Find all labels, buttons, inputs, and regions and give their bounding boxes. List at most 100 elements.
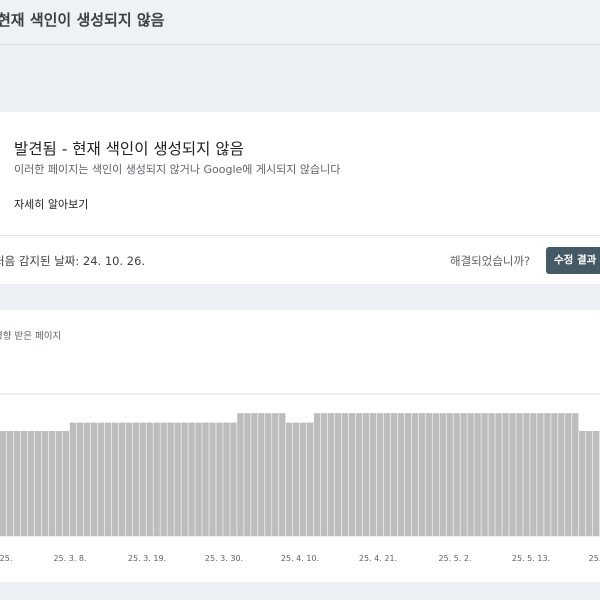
chart-bar bbox=[425, 413, 432, 536]
chart-bar bbox=[439, 413, 446, 536]
chart-bar bbox=[558, 413, 565, 536]
chart-bar bbox=[502, 413, 509, 536]
chart-bar bbox=[230, 422, 237, 536]
chart-bar bbox=[293, 422, 300, 536]
x-tick-label: 25. 3. 8. bbox=[53, 554, 86, 563]
chart-bar bbox=[20, 431, 28, 536]
x-tick-label: 25. 4. 10. bbox=[281, 554, 319, 563]
chart-bar bbox=[55, 431, 63, 536]
chart-bar bbox=[488, 413, 495, 536]
chart-bar bbox=[453, 413, 460, 536]
chart-bar bbox=[530, 413, 537, 536]
chart-bar bbox=[481, 413, 488, 536]
x-tick-label: 25. 3. 19. bbox=[128, 554, 166, 563]
chart-bar bbox=[320, 413, 328, 536]
affected-pages-chart: 25. 25. 3. 8. 25. 3. 19. 25. 3. 30. 25. 4. 1… bbox=[0, 393, 600, 563]
chart-bar bbox=[258, 413, 265, 536]
chart-bar bbox=[383, 413, 391, 536]
chart-bar bbox=[223, 422, 230, 536]
chart-bar bbox=[237, 413, 244, 536]
chart-bar bbox=[432, 413, 439, 536]
chart-bar bbox=[139, 422, 146, 536]
chart-bar bbox=[516, 413, 523, 536]
chart-bar bbox=[537, 413, 544, 536]
chart-bar bbox=[97, 422, 105, 536]
chart-bar bbox=[341, 413, 349, 536]
chart-bar bbox=[279, 413, 286, 536]
chart-bar bbox=[551, 413, 558, 536]
chart-bar bbox=[76, 422, 84, 536]
chart-bar bbox=[13, 431, 21, 536]
chart-bar bbox=[404, 413, 412, 536]
issue-card: 발견됨 - 현재 색인이 생성되지 않음 이러한 페이지는 색인이 생성되지 않… bbox=[0, 112, 600, 284]
x-tick-label: 25. 5. 13. bbox=[512, 554, 550, 563]
chart-bar bbox=[195, 422, 202, 536]
chart-bar bbox=[34, 431, 42, 536]
chart-bar bbox=[62, 431, 70, 536]
chart-bar bbox=[300, 422, 307, 536]
chart-bar bbox=[132, 422, 139, 536]
chart-bar bbox=[216, 422, 223, 536]
page-header: 현재 색인이 생성되지 않음 bbox=[0, 0, 600, 45]
chart-bar bbox=[355, 413, 363, 536]
page-title: 현재 색인이 생성되지 않음 bbox=[0, 11, 165, 29]
chart-bar bbox=[334, 413, 342, 536]
chart-bar bbox=[6, 431, 14, 536]
x-tick-label: 25. 5. 2. bbox=[438, 554, 471, 563]
chart-bar bbox=[104, 422, 112, 536]
chart-bar bbox=[188, 422, 195, 536]
chart-bar bbox=[411, 413, 419, 536]
chart-bar bbox=[41, 431, 49, 536]
first-detected-date: 처음 감지된 날짜: 24. 10. 26. bbox=[0, 254, 146, 268]
chart-bar bbox=[376, 413, 384, 536]
chart-bar bbox=[111, 422, 119, 536]
chart-bar bbox=[181, 422, 188, 536]
validate-fix-button[interactable]: 수정 결과 확인 bbox=[546, 247, 600, 274]
chart-bar bbox=[153, 422, 160, 536]
learn-more-link[interactable]: 자세히 알아보기 bbox=[14, 196, 88, 212]
x-tick-label: 25. bbox=[589, 554, 600, 563]
chart-bar bbox=[474, 413, 481, 536]
chart-bar bbox=[125, 422, 132, 536]
chart-bar bbox=[593, 431, 600, 536]
chart-bar bbox=[272, 413, 279, 536]
chart-bar bbox=[327, 413, 335, 536]
resolved-question: 해결되었습니까? bbox=[450, 254, 531, 268]
chart-bar bbox=[306, 422, 314, 536]
chart-bar bbox=[586, 431, 593, 536]
chart-bar bbox=[544, 413, 551, 536]
chart-bar bbox=[362, 413, 370, 536]
chart-bar bbox=[460, 413, 467, 536]
chart-bar bbox=[251, 413, 258, 536]
chart-bar bbox=[69, 422, 77, 536]
chart-card: 25. 25. 3. 8. 25. 3. 19. 25. 3. 30. 25. 4. 1… bbox=[0, 310, 600, 582]
chart-bar bbox=[348, 413, 356, 536]
chart-bar bbox=[397, 413, 405, 536]
chart-bar bbox=[313, 413, 321, 536]
chart-bar bbox=[27, 431, 35, 536]
chart-bar bbox=[202, 422, 209, 536]
x-tick-label: 25. 3. 30. bbox=[205, 554, 243, 563]
chart-bar bbox=[509, 413, 516, 536]
chart-bar bbox=[579, 431, 586, 536]
issue-description: 이러한 페이지는 색인이 생성되지 않거나 Google에 게시되지 않습니다 bbox=[14, 163, 341, 176]
chart-bar bbox=[390, 413, 398, 536]
chart-bar bbox=[565, 413, 572, 536]
chart-bar bbox=[572, 413, 579, 536]
chart-bar bbox=[418, 413, 425, 536]
chart-bar bbox=[467, 413, 474, 536]
chart-bar bbox=[174, 422, 181, 536]
chart-bar bbox=[495, 413, 502, 536]
chart-bar bbox=[118, 422, 125, 536]
chart-bar bbox=[83, 422, 91, 536]
chart-bar bbox=[167, 422, 174, 536]
chart-bar bbox=[446, 413, 453, 536]
chart-bar bbox=[146, 422, 153, 536]
issue-title: 발견됨 - 현재 색인이 생성되지 않음 bbox=[14, 140, 244, 158]
chart-bar bbox=[160, 422, 167, 536]
chart-bar bbox=[0, 431, 7, 536]
chart-bar bbox=[209, 422, 216, 536]
divider bbox=[0, 235, 600, 236]
x-tick-label: 25. 4. 21. bbox=[359, 554, 397, 563]
chart-bar bbox=[244, 413, 251, 536]
